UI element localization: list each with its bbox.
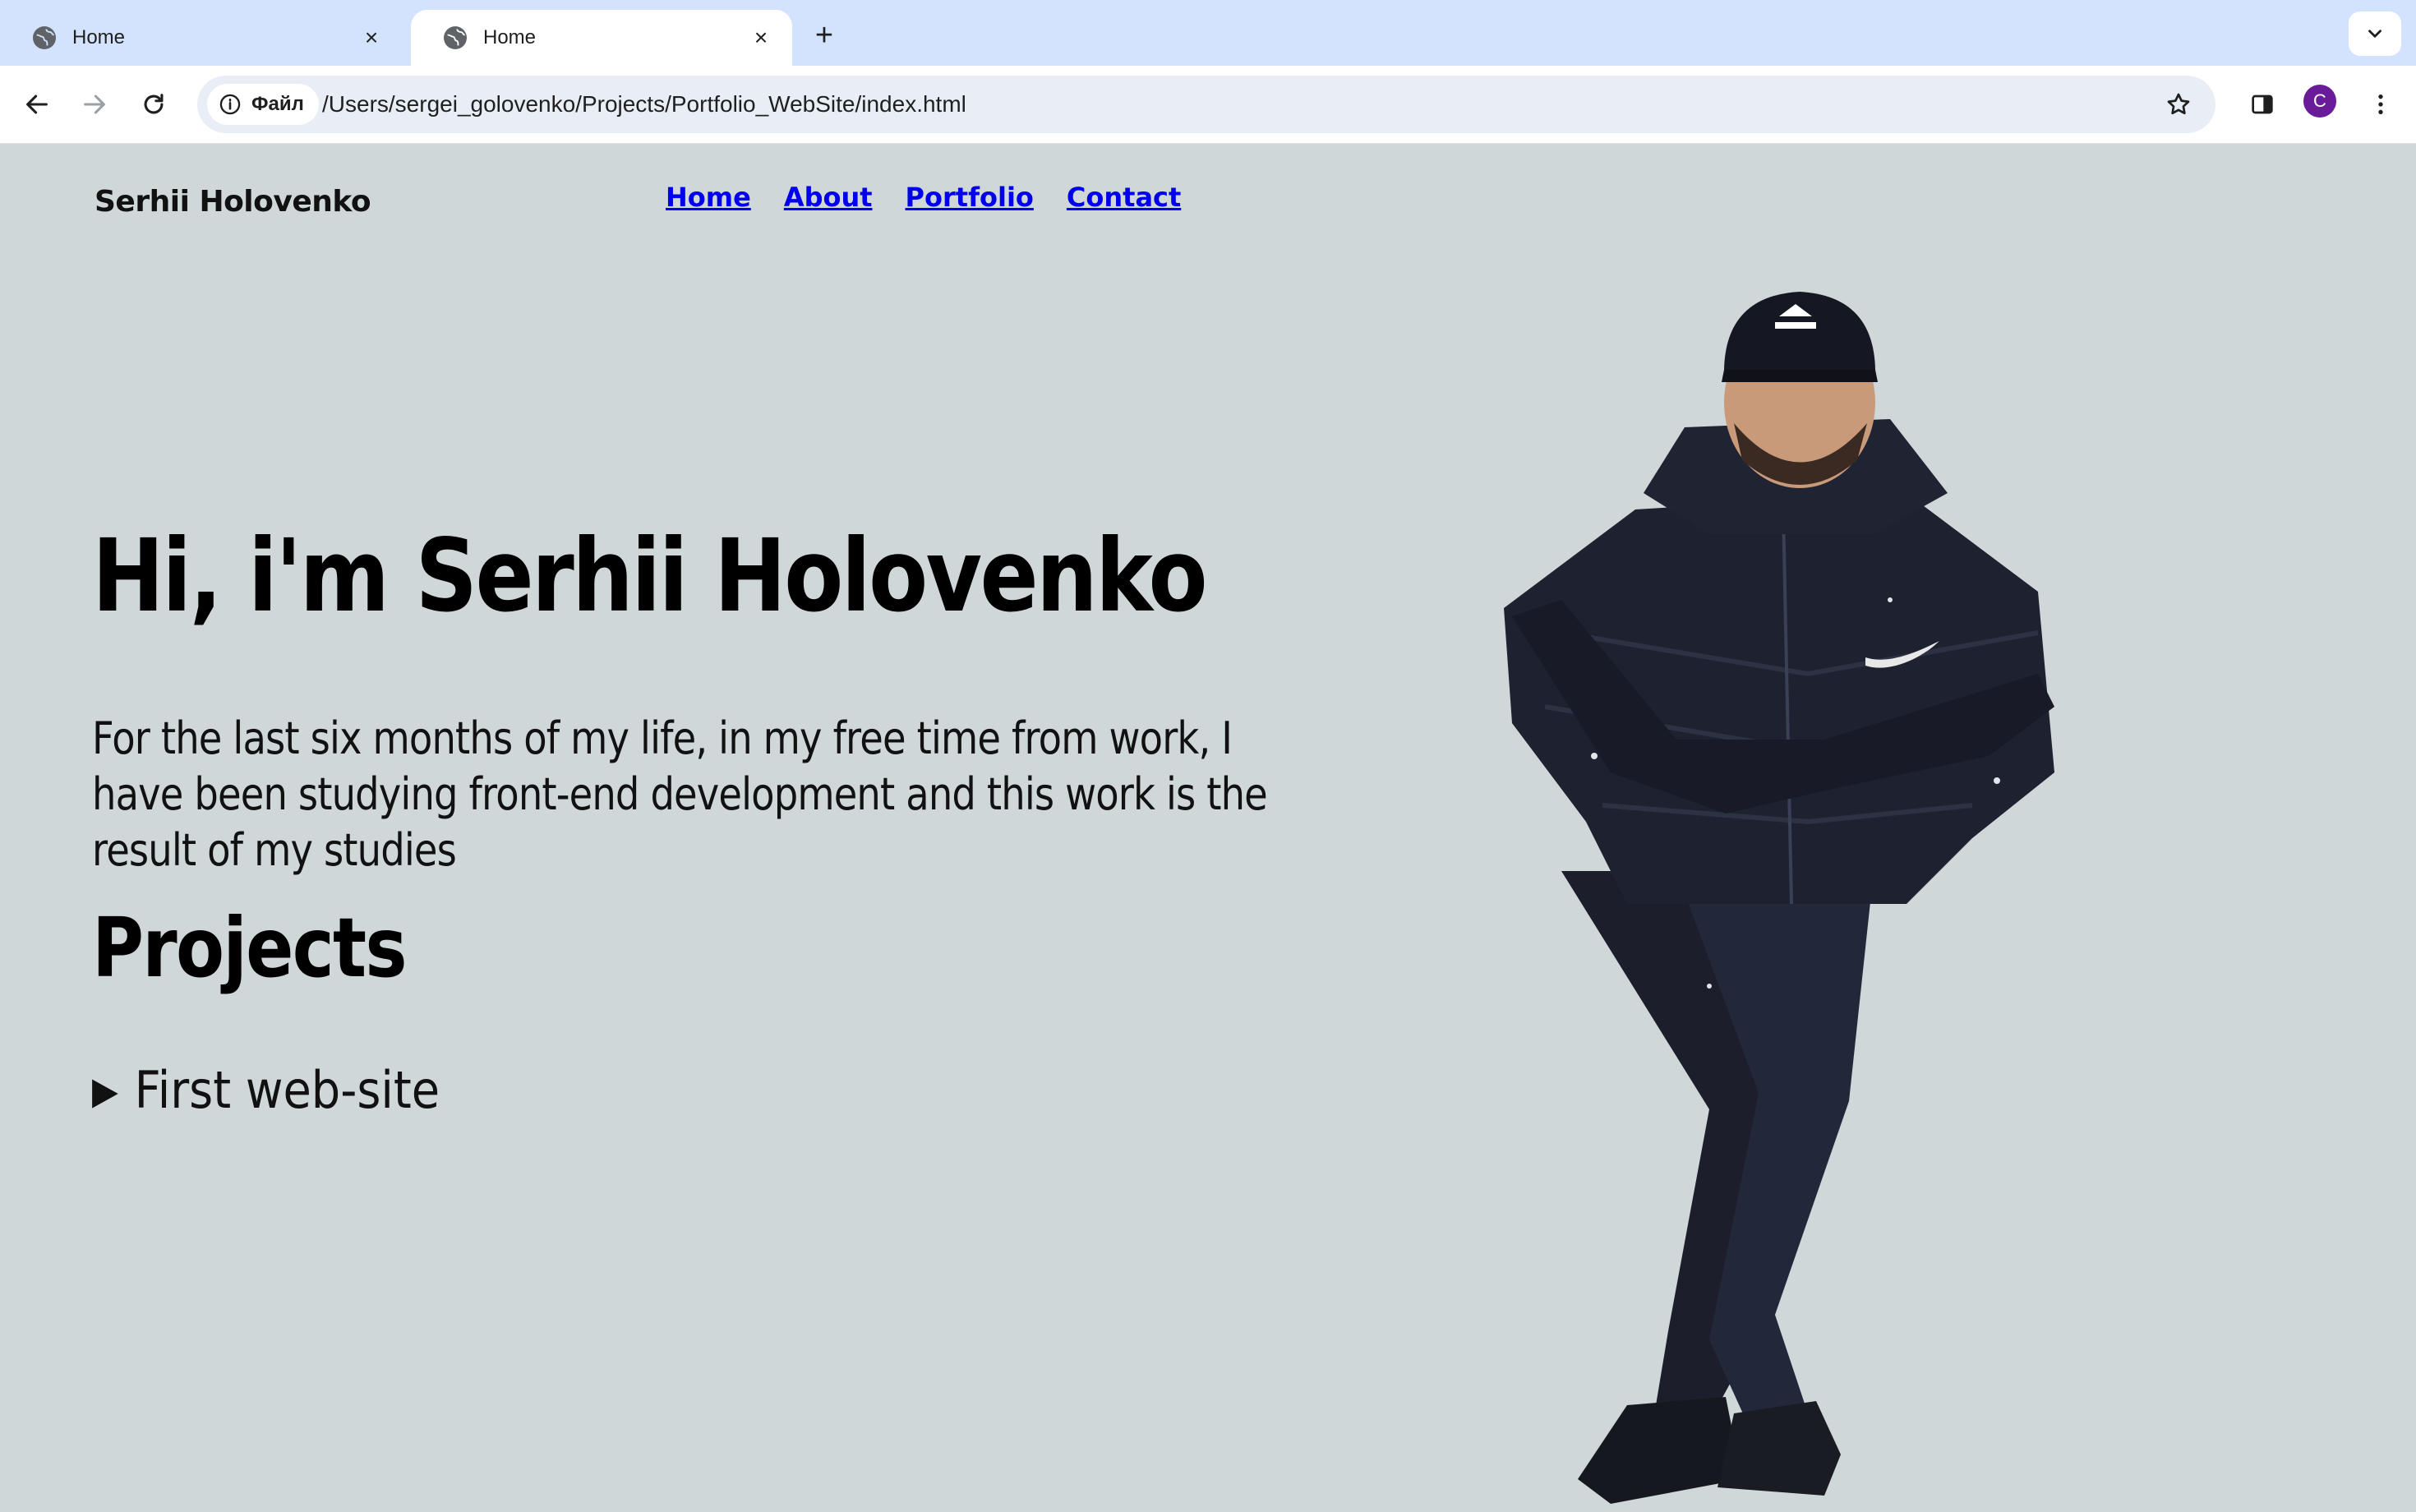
profile-avatar[interactable]: C bbox=[2303, 85, 2336, 118]
hero-title: Hi, i'm Serhii Holovenko bbox=[92, 518, 1208, 634]
kebab-menu-icon bbox=[2378, 94, 2383, 114]
portrait-photo bbox=[1504, 292, 2054, 1504]
main-nav: Home About Portfolio Contact bbox=[666, 182, 1181, 213]
arrow-left-icon bbox=[26, 94, 48, 114]
close-icon[interactable]: × bbox=[358, 25, 385, 51]
globe-icon bbox=[444, 26, 467, 49]
hero-description: For the last six months of my life, in m… bbox=[92, 712, 1268, 876]
disclosure-triangle-icon: ▶ bbox=[92, 1067, 118, 1113]
project-summary[interactable]: ▶ First web-site bbox=[92, 1060, 440, 1120]
tab-list-button[interactable] bbox=[2349, 12, 2401, 56]
bookmark-button[interactable] bbox=[2160, 85, 2197, 123]
star-icon bbox=[2167, 93, 2190, 115]
nav-link-portfolio[interactable]: Portfolio bbox=[906, 182, 1034, 213]
tab-title: Home bbox=[72, 26, 126, 48]
forward-button[interactable] bbox=[74, 84, 115, 125]
tab-home-1[interactable]: Home × bbox=[0, 10, 403, 66]
back-button[interactable] bbox=[16, 84, 58, 125]
address-bar[interactable]: Файл /Users/sergei_golovenko/Projects/Po… bbox=[197, 76, 2215, 133]
tab-home-2[interactable]: Home × bbox=[411, 10, 792, 66]
site-logo[interactable]: Serhii Holovenko bbox=[95, 185, 371, 219]
page-viewport: Serhii Holovenko Home About Portfolio Co… bbox=[0, 144, 2416, 1512]
globe-icon bbox=[33, 26, 56, 49]
side-panel-icon bbox=[2252, 94, 2273, 114]
nav-link-about[interactable]: About bbox=[784, 182, 873, 213]
browser-toolbar: Файл /Users/sergei_golovenko/Projects/Po… bbox=[0, 66, 2416, 144]
tab-strip: Home × Home × + bbox=[0, 0, 2416, 66]
site-info-label: Файл bbox=[251, 93, 304, 115]
chevron-down-icon bbox=[2368, 30, 2381, 38]
site-info-button[interactable]: Файл bbox=[207, 84, 319, 125]
url-text[interactable]: /Users/sergei_golovenko/Projects/Portfol… bbox=[322, 76, 966, 133]
side-panel-button[interactable] bbox=[2242, 84, 2283, 125]
info-icon bbox=[219, 94, 241, 115]
close-icon[interactable]: × bbox=[748, 25, 774, 51]
new-tab-button[interactable]: + bbox=[807, 18, 841, 53]
projects-heading: Projects bbox=[92, 900, 408, 996]
nav-link-home[interactable]: Home bbox=[666, 182, 751, 213]
nav-link-contact[interactable]: Contact bbox=[1067, 182, 1181, 213]
browser-menu-button[interactable] bbox=[2360, 84, 2401, 125]
tab-title: Home bbox=[483, 26, 537, 48]
arrow-right-icon bbox=[84, 94, 105, 114]
project-label: First web-site bbox=[134, 1060, 440, 1120]
reload-button[interactable] bbox=[133, 84, 174, 125]
reload-icon bbox=[144, 94, 164, 114]
